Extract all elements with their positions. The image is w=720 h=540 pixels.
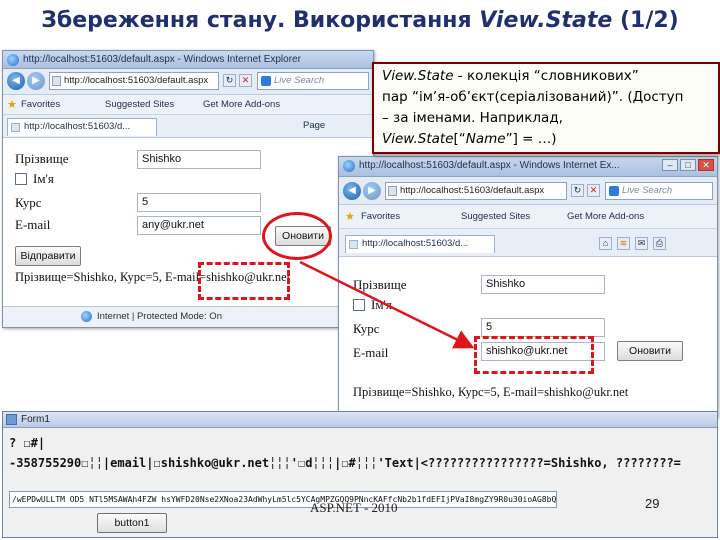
feeds-icon[interactable]: ≋ bbox=[617, 237, 630, 250]
minimize-icon[interactable]: – bbox=[662, 159, 678, 171]
stop-icon[interactable]: ✕ bbox=[239, 74, 252, 87]
decoded-line-1: ? ☐#| bbox=[9, 436, 46, 450]
tab-page-icon bbox=[349, 240, 358, 249]
tab-page-icon bbox=[11, 123, 20, 132]
get-addons-link[interactable]: Get More Add-ons bbox=[203, 99, 280, 110]
decoded-line-2: -358755290☐╎╎|email|☐shishko@ukr.net╎╎╎'… bbox=[9, 456, 681, 470]
callout-box: View.State - колекція “словникових” пар … bbox=[372, 62, 720, 154]
slide-title-tail: (1/2) bbox=[612, 8, 679, 33]
search-input[interactable]: Live Search bbox=[257, 72, 369, 90]
course-field[interactable]: 5 bbox=[481, 318, 605, 337]
suggested-sites-link[interactable]: Suggested Sites bbox=[461, 211, 530, 222]
maximize-icon[interactable]: □ bbox=[680, 159, 696, 171]
favorites-bar: ★ Favorites Suggested Sites Get More Add… bbox=[339, 205, 717, 229]
name-checkbox[interactable] bbox=[15, 173, 27, 185]
close-icon[interactable]: ✕ bbox=[698, 159, 714, 171]
favorites-bar: ★ Favorites Suggested Sites Get More Add… bbox=[3, 95, 373, 115]
page-icon bbox=[52, 76, 61, 86]
status-text: Internet | Protected Mode: On bbox=[97, 311, 222, 322]
email-label: E-mail bbox=[15, 217, 51, 232]
address-field[interactable]: http://localhost:51603/default.aspx bbox=[385, 182, 567, 200]
name-checkbox[interactable] bbox=[353, 299, 365, 311]
course-label: Курс bbox=[353, 321, 380, 336]
search-input[interactable]: Live Search bbox=[605, 182, 713, 200]
browser-window-back: http://localhost:51603/default.aspx - Wi… bbox=[2, 50, 374, 328]
back-icon[interactable]: ◀ bbox=[7, 72, 25, 90]
course-field[interactable]: 5 bbox=[137, 193, 261, 212]
name-label: Ім'я bbox=[33, 171, 54, 186]
result-email-highlight bbox=[198, 262, 290, 300]
mail-icon[interactable]: ✉ bbox=[635, 237, 648, 250]
browser-window-front: http://localhost:51603/default.aspx - Wi… bbox=[338, 156, 718, 418]
get-addons-link[interactable]: Get More Add-ons bbox=[567, 211, 644, 222]
forward-icon[interactable]: ▶ bbox=[27, 72, 45, 90]
refresh-icon[interactable]: ↻ bbox=[571, 184, 584, 197]
address-bar-row: ◀ ▶ http://localhost:51603/default.aspx … bbox=[3, 69, 373, 95]
status-bar: Internet | Protected Mode: On bbox=[3, 306, 373, 327]
email-field[interactable]: any@ukr.net bbox=[137, 216, 261, 235]
callout-line-4: View.State[“Name”] = …) bbox=[382, 131, 557, 147]
name-label: Ім'я bbox=[371, 297, 392, 312]
slide-title-em: View.State bbox=[479, 8, 613, 33]
address-bar-row: ◀ ▶ http://localhost:51603/default.aspx … bbox=[339, 177, 717, 205]
ie-icon bbox=[343, 160, 355, 172]
internet-globe-icon bbox=[81, 311, 92, 322]
back-icon[interactable]: ◀ bbox=[343, 182, 361, 200]
submit-button[interactable]: Відправити bbox=[15, 246, 81, 266]
live-search-icon bbox=[609, 186, 619, 196]
email-field-highlight bbox=[474, 336, 594, 374]
slide-title-main: Збереження стану. Використання bbox=[41, 8, 480, 33]
viewstate-textbox[interactable]: /wEPDwULLTM OD5 NTl5MSAWAh4FZW hsYWFD20N… bbox=[9, 491, 557, 508]
email-label: E-mail bbox=[353, 345, 389, 360]
course-label: Курс bbox=[15, 195, 42, 210]
stop-icon[interactable]: ✕ bbox=[587, 184, 600, 197]
window-title: http://localhost:51603/default.aspx - Wi… bbox=[23, 54, 301, 65]
favorites-label[interactable]: Favorites bbox=[21, 99, 60, 110]
title-bar: http://localhost:51603/default.aspx - Wi… bbox=[339, 157, 717, 177]
title-bar: http://localhost:51603/default.aspx - Wi… bbox=[3, 51, 373, 69]
favorites-star-icon[interactable]: ★ bbox=[345, 210, 355, 223]
forward-icon[interactable]: ▶ bbox=[363, 182, 381, 200]
form-icon bbox=[6, 414, 17, 425]
tab-bar: http://localhost:51603/d... ⌂ ≋ ✉ ⎙ bbox=[339, 229, 717, 257]
print-icon[interactable]: ⎙ bbox=[653, 237, 666, 250]
surname-label: Прізвище bbox=[353, 277, 407, 292]
result-text: Прізвище=Shishko, Курс=5, E-mail=shishko… bbox=[353, 385, 629, 399]
surname-field[interactable]: Shishko bbox=[137, 150, 261, 169]
ie-icon bbox=[7, 54, 19, 66]
tab-current[interactable]: http://localhost:51603/d... bbox=[7, 118, 157, 136]
button1[interactable]: button1 bbox=[97, 513, 167, 533]
page-menu[interactable]: Page bbox=[303, 120, 325, 131]
footer-text: ASP.NET - 2010 bbox=[310, 500, 398, 515]
home-icon[interactable]: ⌂ bbox=[599, 237, 612, 250]
tab-bar: http://localhost:51603/d... Page bbox=[3, 115, 373, 138]
tab-current[interactable]: http://localhost:51603/d... bbox=[345, 235, 495, 253]
surname-field[interactable]: Shishko bbox=[481, 275, 605, 294]
callout-line-1: View.State - колекція “словникових” bbox=[382, 68, 639, 84]
form1-window: Form1 ? ☐#| -358755290☐╎╎|email|☐shishko… bbox=[2, 411, 718, 538]
live-search-icon bbox=[261, 76, 271, 86]
suggested-sites-link[interactable]: Suggested Sites bbox=[105, 99, 174, 110]
address-field[interactable]: http://localhost:51603/default.aspx bbox=[49, 72, 219, 90]
form1-title: Form1 bbox=[21, 414, 50, 425]
update-button-highlight-circle bbox=[262, 212, 332, 260]
refresh-icon[interactable]: ↻ bbox=[223, 74, 236, 87]
update-button[interactable]: Оновити bbox=[617, 341, 683, 361]
window-controls: – □ ✕ bbox=[662, 159, 714, 171]
page-icon bbox=[388, 186, 397, 196]
favorites-label[interactable]: Favorites bbox=[361, 211, 400, 222]
callout-line-2: пар “ім’я-об’єкт(серіалізований)”. (Дост… bbox=[382, 89, 684, 105]
surname-label: Прізвище bbox=[15, 151, 69, 166]
favorites-star-icon[interactable]: ★ bbox=[7, 98, 17, 111]
callout-line-3: – за іменами. Наприклад, bbox=[382, 110, 563, 126]
form1-title-bar: Form1 bbox=[3, 412, 717, 428]
slide-title: Збереження стану. Використання View.Stat… bbox=[0, 8, 720, 33]
page-number: 29 bbox=[645, 496, 660, 511]
window-title: http://localhost:51603/default.aspx - Wi… bbox=[359, 160, 620, 171]
